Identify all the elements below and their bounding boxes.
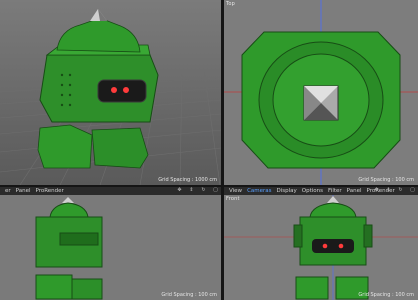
menu-item-partial[interactable]: er [5,188,11,194]
rotate-icon[interactable]: ↻ [398,188,403,193]
nav-icons-left: ✥ ⇕ ↻ ▢ [172,188,218,193]
robot-side-view [35,197,103,300]
grid-spacing-label: Grid Spacing : 100 cm [358,292,414,298]
viewport-divider-vertical[interactable] [221,0,224,300]
top-scene [224,0,418,185]
front-scene [224,195,418,300]
menu-item-display[interactable]: Display [277,188,297,194]
side-scene [35,197,103,300]
viewport-side[interactable]: Grid Spacing : 100 cm [0,195,221,300]
viewport-menubar-left: er Panel ProRender ✥ ⇕ ↻ ▢ [0,187,221,195]
maximize-icon[interactable]: ▢ [213,188,218,193]
menu-item-prorender[interactable]: ProRender [36,188,64,194]
viewport-title: Front [226,196,240,202]
move-icon[interactable]: ✥ [177,188,182,193]
menu-item-cameras[interactable]: Cameras [247,188,271,194]
robot-model [37,9,159,169]
viewport-top[interactable]: Top Grid Spacing : 100 cm [224,0,418,185]
viewport-front[interactable]: Front Grid Spacing : 100 cm [224,195,418,300]
menu-item-options[interactable]: Options [302,188,323,194]
viewport-divider-horizontal[interactable] [0,185,418,187]
menu-item-view[interactable]: View [229,188,242,194]
robot-top-view [241,31,401,169]
grid-spacing-label: Grid Spacing : 100 cm [358,177,414,183]
nav-icons-right: ✥ ⇕ ↻ ▢ [369,188,415,193]
menu-item-filter[interactable]: Filter [328,188,342,194]
grid-spacing-label: Grid Spacing : 1000 cm [158,177,217,183]
viewport-perspective[interactable]: Grid Spacing : 1000 cm [0,0,221,185]
maximize-icon[interactable]: ▢ [410,188,415,193]
grid-spacing-label: Grid Spacing : 100 cm [161,292,217,298]
perspective-scene [0,9,221,185]
zoom-icon[interactable]: ⇕ [189,188,194,193]
menu-item-panel[interactable]: Panel [16,188,31,194]
rotate-icon[interactable]: ↻ [201,188,206,193]
move-icon[interactable]: ✥ [374,188,379,193]
zoom-icon[interactable]: ⇕ [386,188,391,193]
viewport-title: Top [226,1,236,7]
viewport-menubar-right: View Cameras Display Options Filter Pane… [224,187,418,195]
menu-item-panel[interactable]: Panel [347,188,362,194]
